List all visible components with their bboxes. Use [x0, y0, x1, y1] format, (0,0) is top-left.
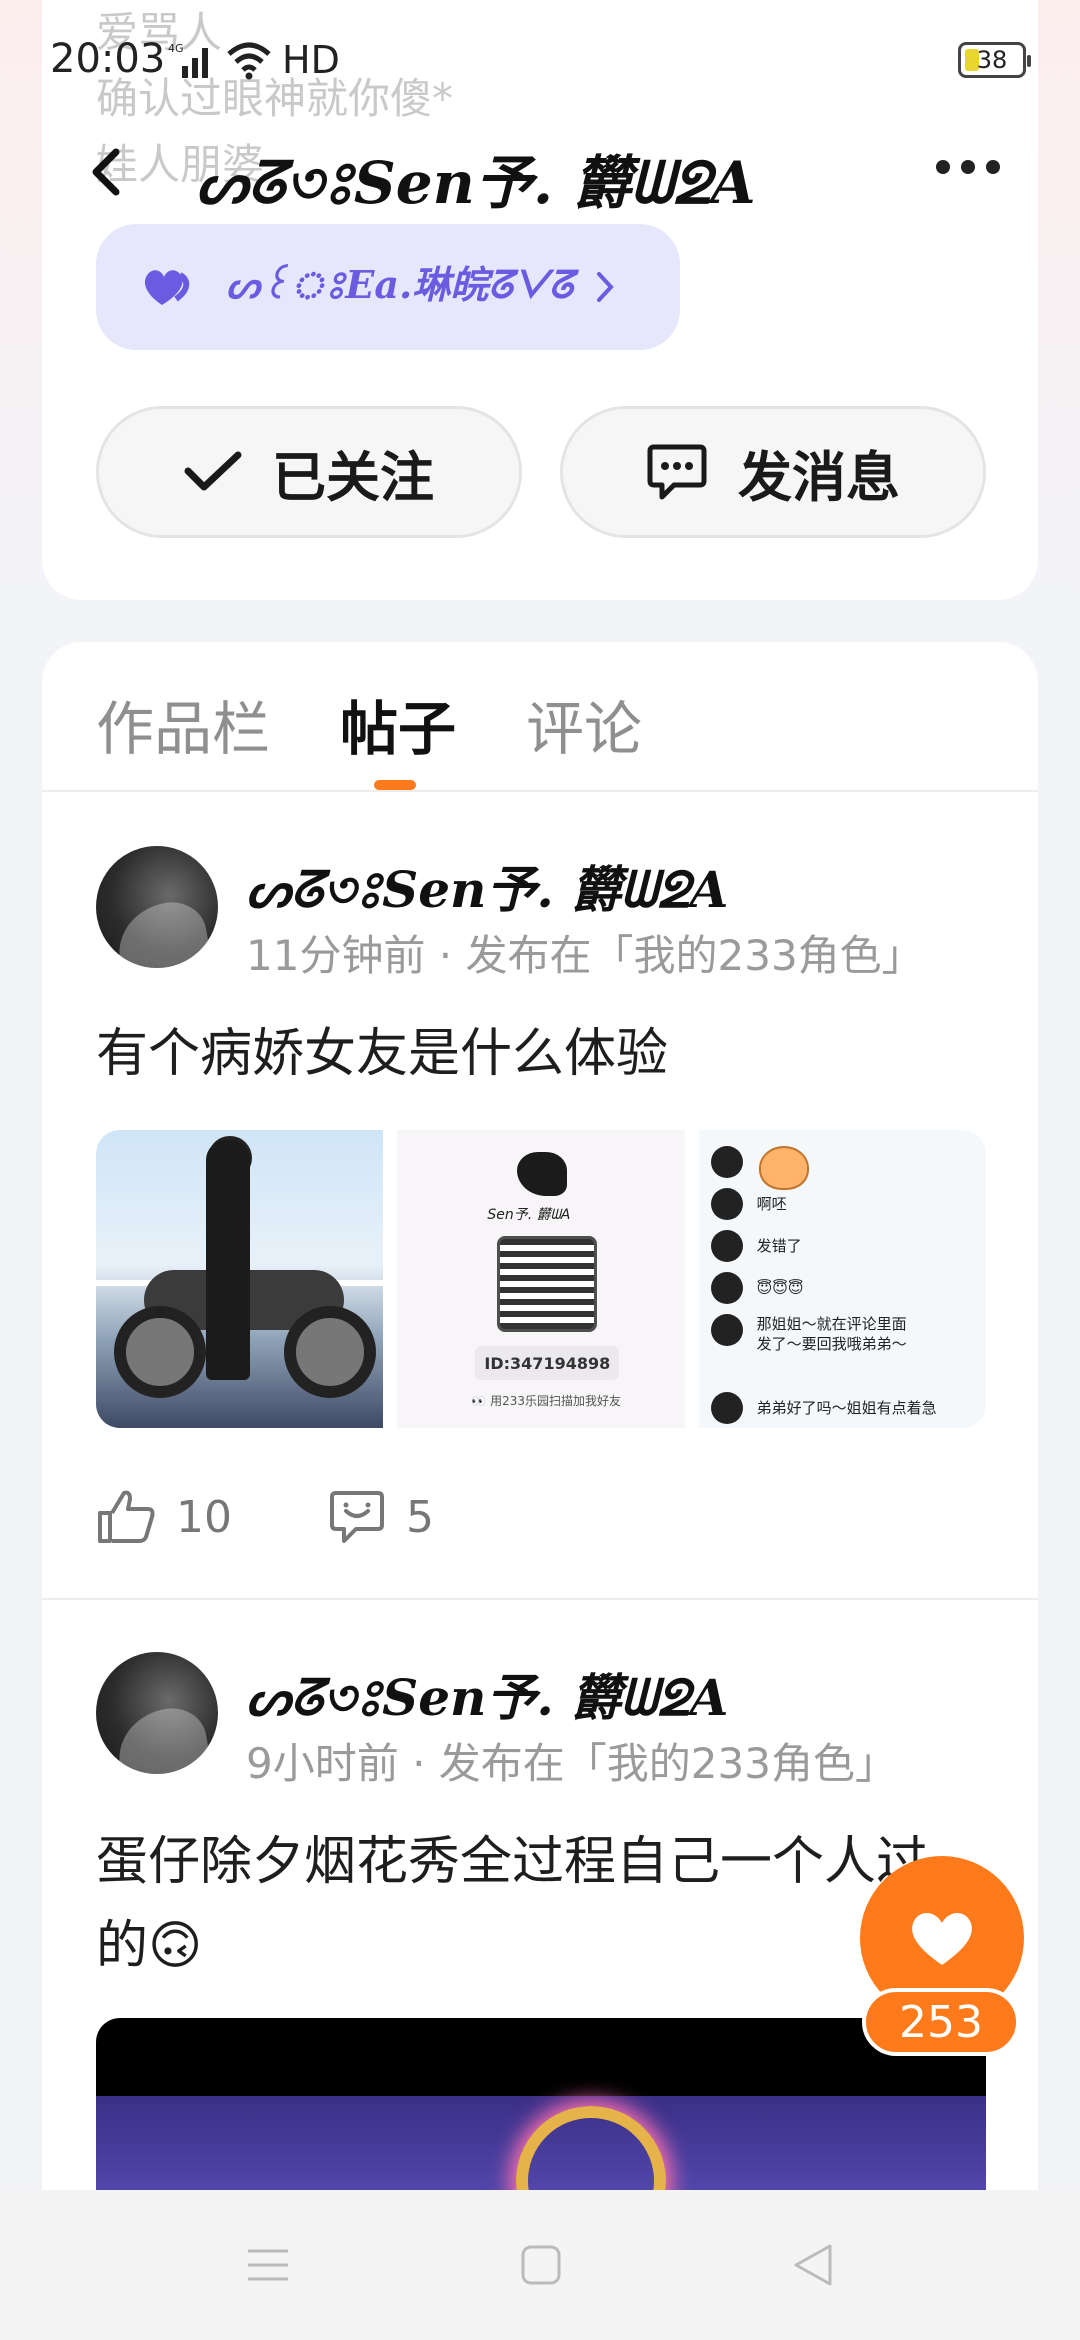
header-bar: ᔕᘔ৩ঃSen予. 欝ᗯᘖA — [0, 120, 1080, 220]
like-button[interactable]: 10 — [96, 1489, 232, 1545]
thumbs-up-icon — [98, 1490, 155, 1543]
fan-badge-name: ᔕ꒰ঃEa.琳皖ᘔᐯᘔ — [226, 262, 574, 307]
back-arrow-icon[interactable] — [86, 146, 130, 198]
post-image[interactable]: 啊呸 发错了 😇😇😇 那姐姐～就在评论里面发了～要回我哦弟弟～ 弟弟好了吗～姐姐… — [698, 1130, 986, 1428]
chat-bubble-icon — [647, 444, 707, 500]
heart-icon — [912, 1912, 972, 1965]
back-icon[interactable] — [792, 2242, 834, 2288]
divider — [42, 1598, 1038, 1600]
status-icons: 4G HD — [168, 38, 340, 82]
post-image[interactable] — [96, 1130, 384, 1428]
chat-message: 发错了 — [756, 1237, 802, 1255]
chat-message: 那姐姐～就在评论里面发了～要回我哦弟弟～ — [756, 1315, 907, 1353]
content-card: 作品栏 帖子 评论 ᔕᘔ৩ঃSen予. 欝ᗯᘖA 11分钟前 · 发布在「我的2… — [42, 642, 1038, 2340]
post-meta: 9小时前 · 发布在「我的233角色」 — [246, 1739, 897, 1788]
hd-indicator: HD — [282, 38, 340, 82]
message-button-label: 发消息 — [738, 445, 900, 509]
qr-id: ID:347194898 — [475, 1346, 620, 1380]
crying-emoji-icon — [758, 1146, 809, 1190]
tab-comments[interactable]: 评论 — [526, 682, 642, 766]
status-bar: 20:03 4G HD 38 — [0, 0, 1080, 120]
chat-message: 😇😇😇 — [756, 1279, 804, 1297]
like-count: 10 — [176, 1491, 232, 1543]
post-meta: 11分钟前 · 发布在「我的233角色」 — [246, 931, 924, 980]
post-text[interactable]: 有个病娇女友是什么体验 — [96, 1012, 996, 1096]
post-image[interactable]: Sen予. 欝ᗯA ID:347194898 👀 用233乐园扫描加我好友 — [397, 1130, 685, 1428]
check-icon — [184, 451, 242, 491]
profile-name: ᔕᘔ৩ঃSen予. 欝ᗯᘖA — [196, 149, 756, 217]
post-images: Sen予. 欝ᗯA ID:347194898 👀 用233乐园扫描加我好友 啊呸… — [96, 1130, 986, 1428]
home-icon[interactable] — [520, 2244, 562, 2286]
wifi-icon — [227, 42, 271, 80]
heart-icon — [144, 270, 190, 305]
status-time: 20:03 — [50, 36, 166, 82]
profile-tabs: 作品栏 帖子 评论 — [96, 682, 642, 782]
network-label: 4G — [168, 42, 184, 55]
qr-code — [497, 1236, 598, 1332]
avatar[interactable] — [96, 1652, 218, 1774]
divider — [42, 790, 1038, 792]
signal-icon: 4G — [168, 42, 208, 78]
comment-button[interactable]: 5 — [328, 1489, 434, 1545]
follow-button[interactable]: 已关注 — [96, 406, 522, 538]
follow-button-label: 已关注 — [272, 445, 434, 509]
battery-level: 38 — [976, 46, 1008, 74]
tab-works[interactable]: 作品栏 — [96, 682, 270, 766]
navigation-bar — [0, 2190, 1080, 2340]
avatar[interactable] — [96, 846, 218, 968]
tab-indicator — [374, 780, 416, 790]
like-fab-count: 253 — [862, 1988, 1020, 2056]
qr-title: Sen予. 欝ᗯA — [487, 1207, 571, 1223]
message-button[interactable]: 发消息 — [560, 406, 986, 538]
fan-group-badge[interactable]: ᔕ꒰ঃEa.琳皖ᘔᐯᘔ — [96, 224, 680, 350]
more-options-icon[interactable] — [936, 160, 1000, 180]
post-actions: 10 5 — [96, 1482, 530, 1552]
chat-message: 弟弟好了吗～姐姐有点着急 — [756, 1399, 937, 1417]
comment-icon — [330, 1491, 384, 1543]
post-text[interactable]: 蛋仔除夕烟花秀全过程自己一个人过的🙃 — [96, 1820, 956, 1988]
comment-count: 5 — [406, 1491, 434, 1543]
battery-icon: 38 — [958, 42, 1031, 78]
chat-message: 啊呸 — [756, 1195, 787, 1213]
chevron-right-icon — [597, 272, 614, 302]
tab-posts[interactable]: 帖子 — [340, 682, 456, 766]
menu-icon[interactable] — [246, 2247, 290, 2283]
qr-caption: 👀 用233乐园扫描加我好友 — [471, 1394, 621, 1408]
